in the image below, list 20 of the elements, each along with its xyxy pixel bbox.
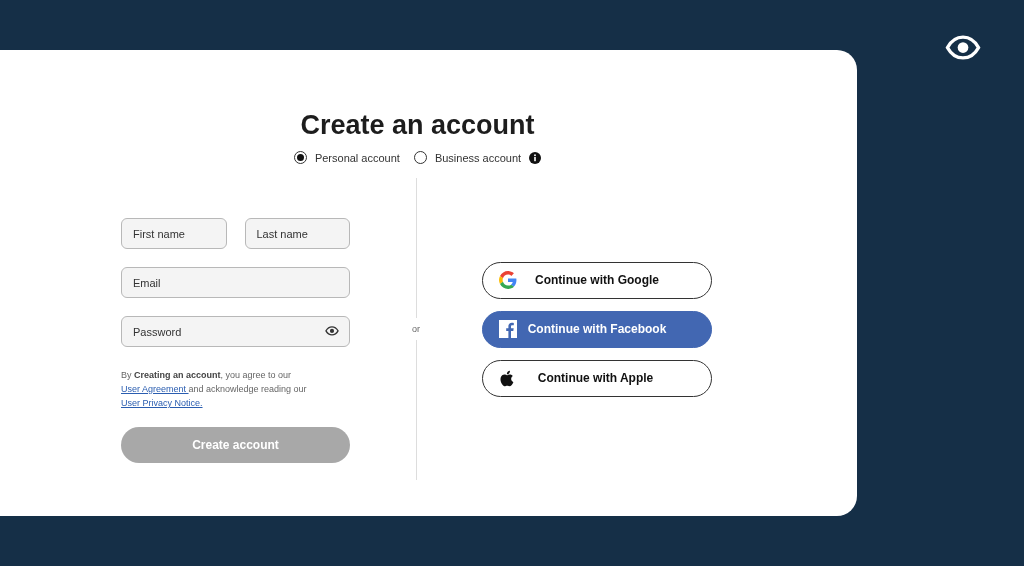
- page-title: Create an account: [300, 110, 535, 141]
- input-field[interactable]: Last name: [244, 218, 350, 249]
- show-password-icon[interactable]: [325, 326, 339, 336]
- google-icon: [499, 271, 517, 289]
- social-login-button[interactable]: Continue with Apple: [482, 359, 712, 397]
- social-login-button[interactable]: Continue with Facebook: [482, 310, 712, 348]
- terms-text: By Creating an account, you agree to our User Agreement and acknowledge reading our User Privacy Notice.: [121, 369, 308, 410]
- terms-link[interactable]: User Agreement: [121, 384, 189, 394]
- facebook-icon: [499, 320, 517, 338]
- account-type-radio[interactable]: Personal account: [293, 151, 400, 164]
- input-field[interactable]: First name: [121, 218, 227, 249]
- info-icon[interactable]: [529, 151, 542, 164]
- social-login-button[interactable]: Continue with Google: [482, 261, 712, 299]
- eye-icon: [945, 35, 981, 61]
- terms-link[interactable]: User Privacy Notice.: [121, 398, 203, 408]
- apple-icon: [499, 369, 514, 387]
- input-field[interactable]: Password: [121, 316, 350, 347]
- account-type-radio[interactable]: Business account: [413, 151, 522, 164]
- or-separator: or: [412, 323, 420, 336]
- input-field[interactable]: Email: [121, 267, 350, 298]
